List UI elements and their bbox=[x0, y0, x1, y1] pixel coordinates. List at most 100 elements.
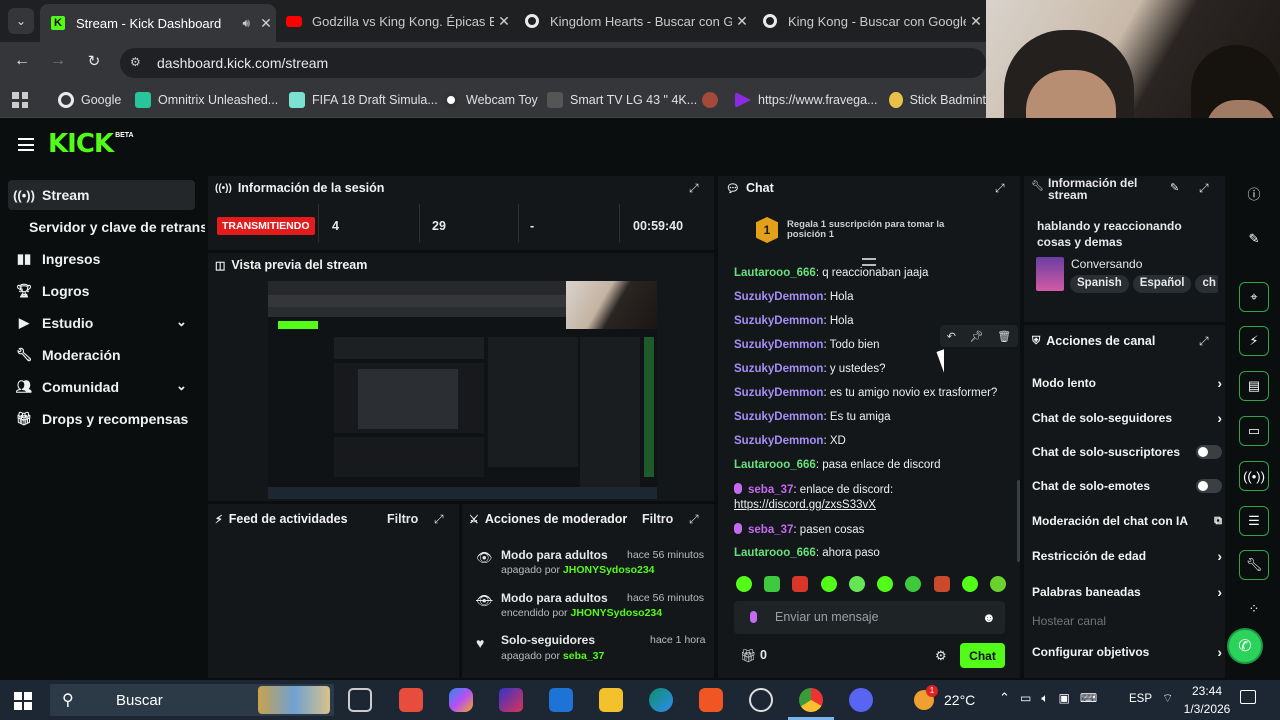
tag-chip[interactable]: Español bbox=[1132, 275, 1192, 293]
discord-icon[interactable] bbox=[849, 688, 873, 712]
forward-button[interactable]: → bbox=[48, 52, 68, 72]
pin-icon[interactable]: 📌︎ bbox=[970, 330, 984, 343]
url-field[interactable]: ⚙︎ dashboard.kick.com/stream bbox=[120, 48, 986, 78]
chat-input-box[interactable]: Enviar un mensaje ☻ bbox=[734, 601, 1005, 634]
apps-grid-icon[interactable] bbox=[12, 92, 28, 108]
tab-godzilla[interactable]: Godzilla vs King Kong. Épicas B ✕ bbox=[276, 6, 514, 36]
bookmark-fifa[interactable]: FIFA 18 Draft Simula... bbox=[289, 91, 438, 109]
obs-icon[interactable] bbox=[749, 688, 773, 712]
chat-username[interactable]: SuzukyDemmon bbox=[734, 387, 823, 399]
emote-icon[interactable] bbox=[764, 576, 781, 592]
sidebar-item-drops[interactable]: 🎁︎ Drops y recompensas bbox=[0, 404, 205, 434]
close-tab-icon[interactable]: ✕ bbox=[256, 15, 276, 32]
emoji-picker-icon[interactable]: ☻ bbox=[982, 610, 996, 625]
emote-icon[interactable] bbox=[961, 576, 978, 592]
task-view-icon[interactable] bbox=[348, 688, 372, 712]
emote-icon[interactable] bbox=[792, 576, 809, 592]
bookmark-google[interactable]: Google bbox=[58, 91, 121, 109]
bookmark-omnitrix[interactable]: Omnitrix Unleashed... bbox=[135, 91, 278, 109]
broadcast-rail-icon[interactable]: ((•)) bbox=[1239, 461, 1269, 491]
sidebar-item-logros[interactable]: 🏆︎ Logros bbox=[0, 276, 205, 306]
copilot-icon[interactable] bbox=[449, 688, 473, 712]
wrench-rail-icon[interactable]: 🔧︎ bbox=[1239, 550, 1269, 580]
tag-chip[interactable]: Spanish bbox=[1070, 275, 1129, 293]
chat-username[interactable]: SuzukyDemmon bbox=[734, 291, 823, 303]
speaker-icon[interactable]: 🔊︎ bbox=[242, 16, 250, 31]
tag-chip[interactable]: ch bbox=[1195, 275, 1218, 293]
chat-username[interactable]: SuzukyDemmon bbox=[734, 363, 823, 375]
emote-icon[interactable] bbox=[905, 576, 922, 592]
sidebar-item-estudio[interactable]: ▶ Estudio ⌄ bbox=[0, 308, 205, 338]
action-age-restriction[interactable]: Restricción de edad › bbox=[1032, 548, 1222, 564]
mod-filter-button[interactable]: Filtro bbox=[642, 512, 673, 526]
sidebar-item-stream[interactable]: ((•)) Stream bbox=[8, 180, 195, 210]
store-icon[interactable] bbox=[399, 688, 423, 712]
expand-icon[interactable]: ⤢ bbox=[434, 512, 444, 527]
chat-username[interactable]: Lautarooo_666 bbox=[734, 267, 816, 279]
bookmark-stick-badminton[interactable]: Stick Badmint bbox=[889, 91, 986, 109]
bookmark-fravega[interactable]: https://www.fravega... bbox=[735, 91, 878, 109]
emote-icon[interactable] bbox=[989, 576, 1006, 592]
notifications-icon[interactable] bbox=[1240, 690, 1256, 704]
file-explorer-icon[interactable] bbox=[599, 688, 623, 712]
delete-icon[interactable]: 🗑︎ bbox=[997, 330, 1011, 343]
chat-username[interactable]: SuzukyDemmon bbox=[734, 339, 823, 351]
chat-link[interactable]: https://discord.gg/zxsS33vX bbox=[734, 499, 876, 511]
capture-icon[interactable]: ⌖ bbox=[1239, 282, 1269, 312]
chat-username[interactable]: seba_37 bbox=[748, 524, 793, 536]
chat-username[interactable]: SuzukyDemmon bbox=[734, 315, 823, 327]
tab-kick-dashboard[interactable]: K Stream - Kick Dashboard 🔊︎ ✕ bbox=[40, 4, 276, 42]
edit-icon[interactable]: ✎ bbox=[1170, 181, 1179, 194]
pencil-icon[interactable]: ✎ bbox=[1239, 224, 1269, 254]
stream-preview-video[interactable] bbox=[268, 281, 657, 499]
gift-sub-banner[interactable]: 1 Regala 1 suscripción para tomar la pos… bbox=[756, 217, 956, 245]
tab-kingdom-hearts[interactable]: Kingdom Hearts - Buscar con G ✕ bbox=[514, 6, 752, 36]
chat-username[interactable]: SuzukyDemmon bbox=[734, 411, 823, 423]
outlook-icon[interactable] bbox=[549, 688, 573, 712]
wifi-icon[interactable]: ⌔ bbox=[1162, 691, 1173, 706]
camera-tray-icon[interactable]: ▣ bbox=[1059, 691, 1070, 709]
info-icon[interactable]: ⓘ bbox=[1239, 178, 1269, 208]
tray-chevron-icon[interactable]: ⌃ bbox=[999, 690, 1010, 706]
expand-icon[interactable]: ⤢ bbox=[995, 181, 1005, 196]
layout-icon[interactable]: ☰ bbox=[1239, 506, 1269, 536]
chrome-icon[interactable] bbox=[799, 688, 823, 712]
action-ai-moderation[interactable]: Moderación del chat con IA ⧉ bbox=[1032, 514, 1222, 528]
subscribers-only-toggle[interactable] bbox=[1196, 445, 1222, 459]
emote-icon[interactable] bbox=[736, 576, 752, 592]
action-banned-words[interactable]: Palabras baneadas › bbox=[1032, 584, 1222, 600]
sidebar-item-ingresos[interactable]: ▮▮ Ingresos bbox=[0, 244, 205, 274]
chat-icon[interactable]: ▭ bbox=[1239, 416, 1269, 446]
expand-icon[interactable]: ⤢ bbox=[689, 512, 699, 527]
close-tab-icon[interactable]: ✕ bbox=[732, 13, 752, 30]
taskbar-search-box[interactable]: ⚲ Buscar bbox=[50, 684, 334, 716]
chat-username[interactable]: seba_37 bbox=[748, 484, 793, 496]
activity-filter-button[interactable]: Filtro bbox=[387, 512, 418, 526]
chat-settings-icon[interactable]: ⚙︎ bbox=[935, 648, 947, 664]
clock-date[interactable]: 1/3/2026 bbox=[1177, 702, 1237, 716]
sidebar-item-moderacion[interactable]: 🔧︎ Moderación bbox=[0, 340, 205, 370]
action-followers-only[interactable]: Chat de solo-seguidores › bbox=[1032, 410, 1222, 426]
expand-icon[interactable]: ⤢ bbox=[1199, 181, 1209, 196]
expand-icon[interactable]: ⤢ bbox=[689, 181, 699, 196]
action-slow-mode[interactable]: Modo lento › bbox=[1032, 375, 1222, 391]
bolt-icon[interactable]: ⚡︎ bbox=[1239, 326, 1269, 356]
whatsapp-icon[interactable]: ✆ bbox=[1227, 628, 1263, 664]
emotes-only-toggle[interactable] bbox=[1196, 479, 1222, 493]
site-settings-icon[interactable]: ⚙︎ bbox=[130, 55, 141, 69]
network-icon[interactable]: ▭ bbox=[1020, 691, 1031, 709]
chat-username[interactable]: Lautarooo_666 bbox=[734, 459, 816, 471]
sidebar-item-comunidad[interactable]: 👥︎ Comunidad ⌄ bbox=[0, 372, 205, 402]
reload-button[interactable]: ↻ bbox=[84, 52, 104, 72]
windows-start-icon[interactable] bbox=[14, 692, 32, 710]
edge-icon[interactable] bbox=[649, 688, 673, 712]
bookmark-smart-tv[interactable]: Smart TV LG 43 " 4K... bbox=[547, 91, 697, 109]
emote-icon[interactable] bbox=[820, 576, 837, 592]
close-tab-icon[interactable]: ✕ bbox=[966, 13, 986, 30]
action-subscribers-only[interactable]: Chat de solo-suscriptores bbox=[1032, 445, 1222, 459]
expand-icon[interactable]: ⤢ bbox=[1199, 334, 1209, 349]
brave-icon[interactable] bbox=[699, 688, 723, 712]
chat-scrollbar[interactable] bbox=[1017, 480, 1020, 562]
menu-icon[interactable] bbox=[18, 138, 34, 151]
chat-send-button[interactable]: Chat bbox=[960, 643, 1005, 668]
